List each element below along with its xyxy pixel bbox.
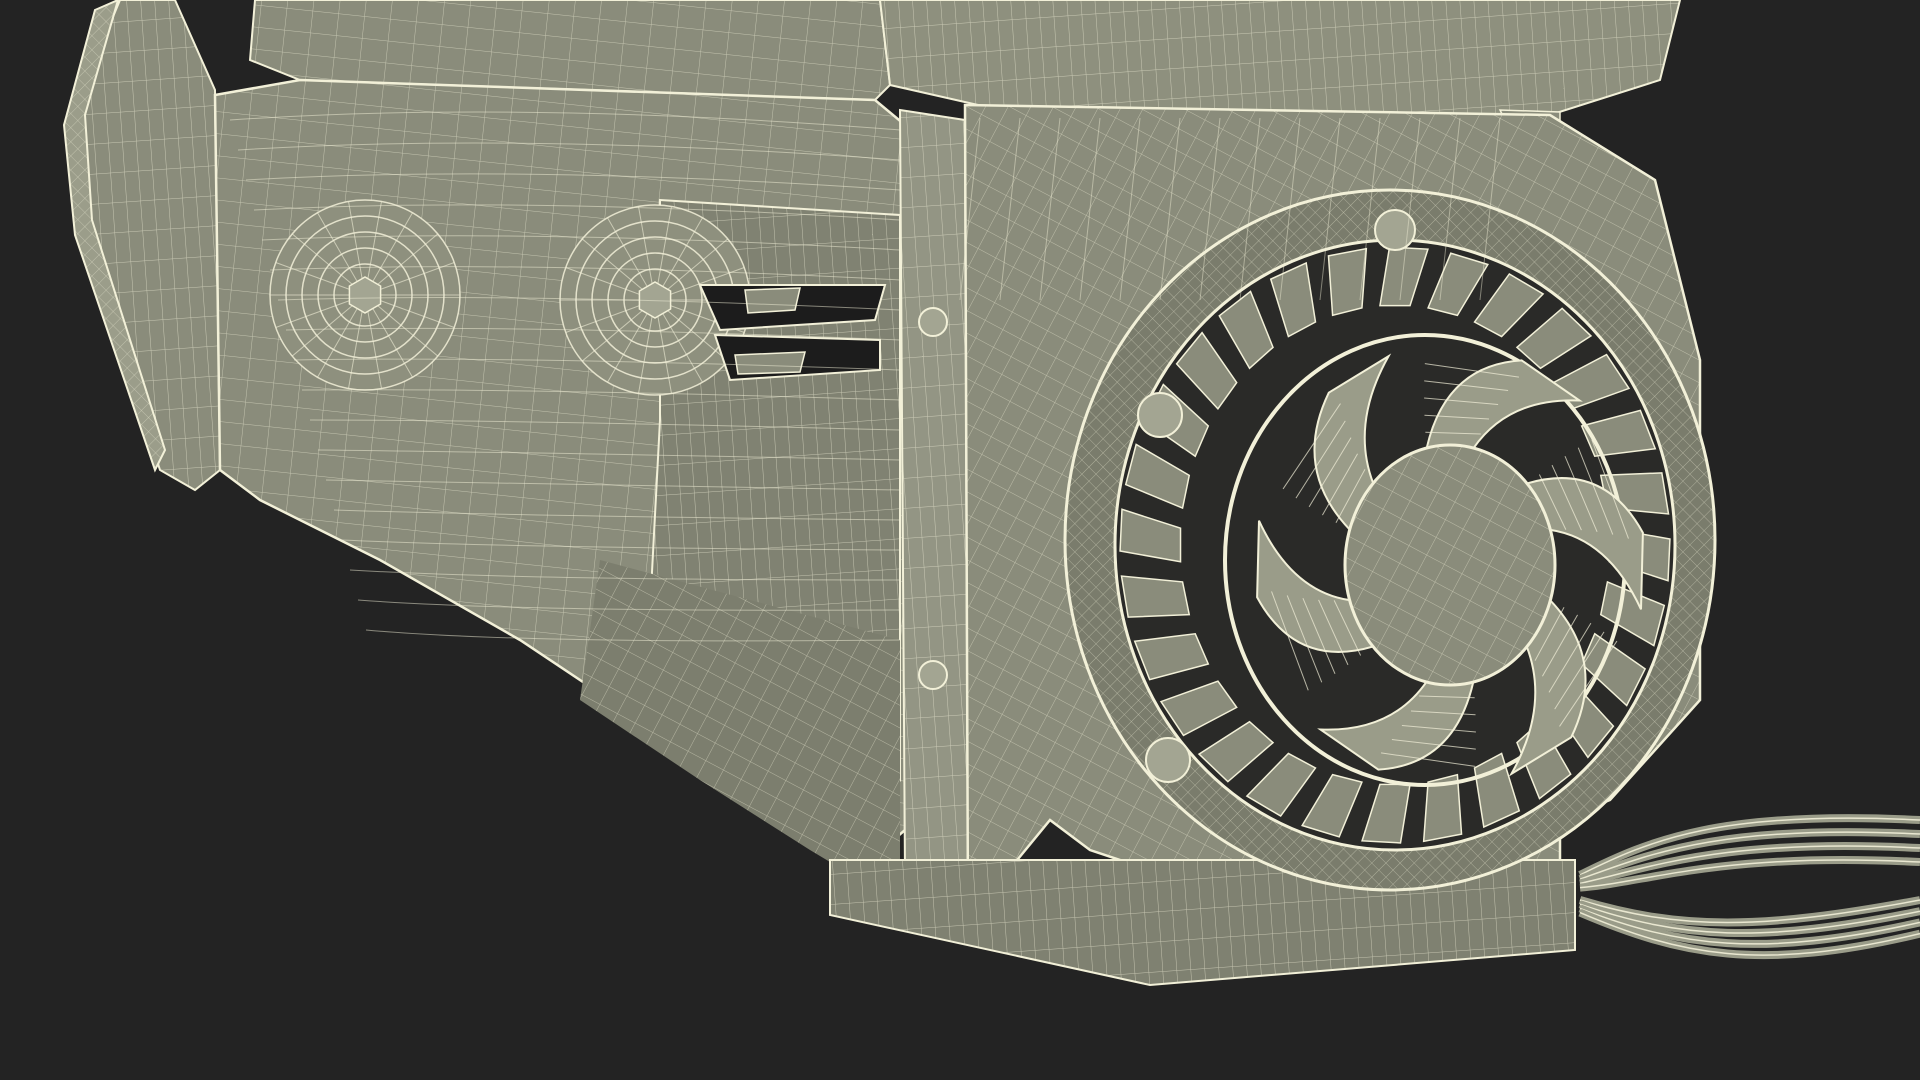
fan-fin <box>1327 247 1368 317</box>
housing-seam-strip <box>898 108 970 922</box>
housing-bolt <box>269 199 461 391</box>
fan-mount-bolt-left <box>1137 392 1183 438</box>
rivet-bottom <box>918 660 948 690</box>
rivet-top <box>918 307 948 337</box>
render-viewport <box>0 0 1920 1080</box>
fan-fin <box>1120 575 1191 618</box>
cooling-fan-assembly <box>1063 188 1717 892</box>
wireframe-engine-render <box>0 0 1920 1080</box>
fan-mount-bolt-bottom <box>1145 737 1191 783</box>
